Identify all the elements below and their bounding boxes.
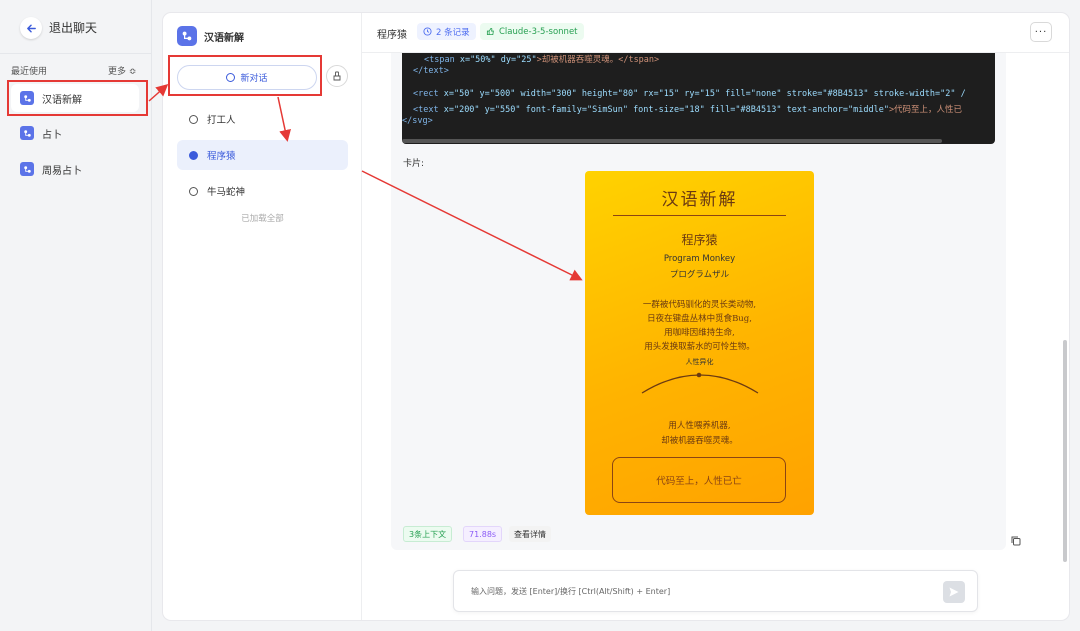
assistant-message: <tspan x="50%" dy="25">却被机器吞噬灵魂。</tspan>…: [391, 53, 1006, 550]
app-icon: [20, 91, 34, 105]
card-english: Program Monkey: [663, 254, 736, 264]
more-menu-button[interactable]: ···: [1030, 22, 1052, 42]
card-definition-line: 一群被代码驯化的灵长类动物,: [642, 300, 757, 310]
chat-scrollbar[interactable]: [1063, 340, 1067, 562]
card-divider: [613, 215, 786, 216]
more-button[interactable]: 更多 ≎: [108, 64, 136, 77]
sidebar-item-hanyu[interactable]: 汉语新解: [11, 84, 139, 112]
code-line: </text>: [413, 66, 449, 76]
records-tag-label: 2 条记录: [436, 27, 470, 38]
code-line: </svg>: [402, 116, 433, 126]
loaded-all-text: 已加载全部: [241, 214, 284, 224]
conversation-item[interactable]: 牛马蛇神: [177, 176, 348, 206]
recent-label: 最近使用: [11, 67, 48, 77]
card-word: 程序猿: [681, 233, 718, 247]
chat-input[interactable]: 输入问题，发送 [Enter]/换行 [Ctrl(Alt/Shift) + En…: [453, 570, 978, 612]
back-label[interactable]: 退出聊天: [49, 19, 97, 36]
clock-icon: [423, 27, 432, 36]
sidebar-item-label: 占卜: [42, 129, 62, 141]
chat-header: 程序猿 2 条记录 Claude-3-5-sonnet ···: [362, 13, 1069, 53]
chat-input-placeholder: 输入问题，发送 [Enter]/换行 [Ctrl(Alt/Shift) + En…: [471, 587, 671, 596]
chat-bubble-icon: [189, 186, 198, 196]
sidebar-item-zhanbu[interactable]: 占卜: [11, 119, 139, 147]
model-tag-label: Claude-3-5-sonnet: [499, 26, 578, 37]
chat-title: 程序猿: [377, 30, 407, 41]
app-icon: [177, 26, 197, 46]
send-icon: [949, 587, 959, 597]
code-scrollbar[interactable]: [402, 139, 942, 143]
sidebar-item-label: 周易占卜: [42, 165, 82, 177]
card-title: 汉语新解: [661, 190, 738, 210]
app-name: 汉语新解: [204, 33, 244, 44]
humanity-curve: [641, 372, 759, 394]
left-sidebar: 退出聊天 最近使用 更多 ≎ 汉语新解 占卜 周易占卜: [0, 0, 152, 631]
code-line: <rect x="50" y="500" width="300" height=…: [413, 89, 966, 99]
records-tag[interactable]: 2 条记录: [417, 23, 476, 40]
app-icon: [20, 162, 34, 176]
chat-plus-icon: [226, 73, 236, 82]
conversation-label: 打工人: [207, 115, 236, 126]
conversation-label: 程序猿: [207, 151, 236, 162]
conversation-label: 牛马蛇神: [207, 187, 246, 198]
new-chat-button[interactable]: 新对话: [177, 65, 317, 90]
chat-bubble-icon: [189, 114, 198, 124]
card-definition-line: 日夜在键盘丛林中觅食Bug,: [647, 314, 752, 324]
new-chat-label: 新对话: [240, 74, 268, 84]
card-quote-line: 用人性喂养机器,: [668, 421, 731, 431]
main-panel: 汉语新解 新对话 打工人 程序猿 牛马蛇神 已加载全部 程序猿 2 条记录 Cl…: [163, 13, 1069, 620]
back-button[interactable]: [20, 17, 42, 39]
send-button[interactable]: [943, 581, 965, 603]
arrow-left-icon: [26, 24, 36, 32]
card-label: 卡片:: [403, 159, 425, 169]
clear-button[interactable]: [326, 65, 348, 87]
sidebar-item-label: 汉语新解: [42, 94, 82, 106]
time-badge: 71.88s: [463, 526, 503, 542]
conversation-list: 汉语新解 新对话 打工人 程序猿 牛马蛇神 已加载全部: [163, 13, 362, 620]
divider: [0, 53, 152, 54]
conversation-item[interactable]: 程序猿: [177, 140, 348, 170]
card-motto-box: 代码至上，人性已亡: [612, 457, 786, 503]
broom-icon: [333, 71, 341, 81]
code-block: <tspan x="50%" dy="25">却被机器吞噬灵魂。</tspan>…: [402, 53, 995, 144]
context-badge[interactable]: 3条上下文: [403, 526, 453, 542]
code-line: <tspan x="50%" dy="25">却被机器吞噬灵魂。</tspan>: [424, 55, 660, 65]
card-definition-line: 用咖啡因维持生命,: [664, 328, 735, 338]
code-line: <text x="200" y="550" font-family="SimSu…: [413, 105, 963, 115]
app-icon: [20, 126, 34, 140]
card-quote-line: 却被机器吞噬灵魂。: [661, 436, 738, 446]
conversation-item[interactable]: 打工人: [177, 104, 348, 134]
sidebar-item-zhouyi[interactable]: 周易占卜: [11, 155, 139, 183]
chat-bubble-icon: [189, 150, 198, 160]
detail-button[interactable]: 查看详情: [509, 526, 551, 542]
card-japanese: プログラムザル: [669, 270, 730, 280]
word-card: 汉语新解 程序猿 Program Monkey プログラムザル 一群被代码驯化的…: [585, 171, 814, 515]
copy-icon[interactable]: [1010, 535, 1022, 547]
model-tag[interactable]: Claude-3-5-sonnet: [480, 23, 584, 40]
card-definition-line: 用头发换取薪水的可怜生物。: [644, 342, 755, 352]
thumb-icon: [486, 27, 494, 36]
